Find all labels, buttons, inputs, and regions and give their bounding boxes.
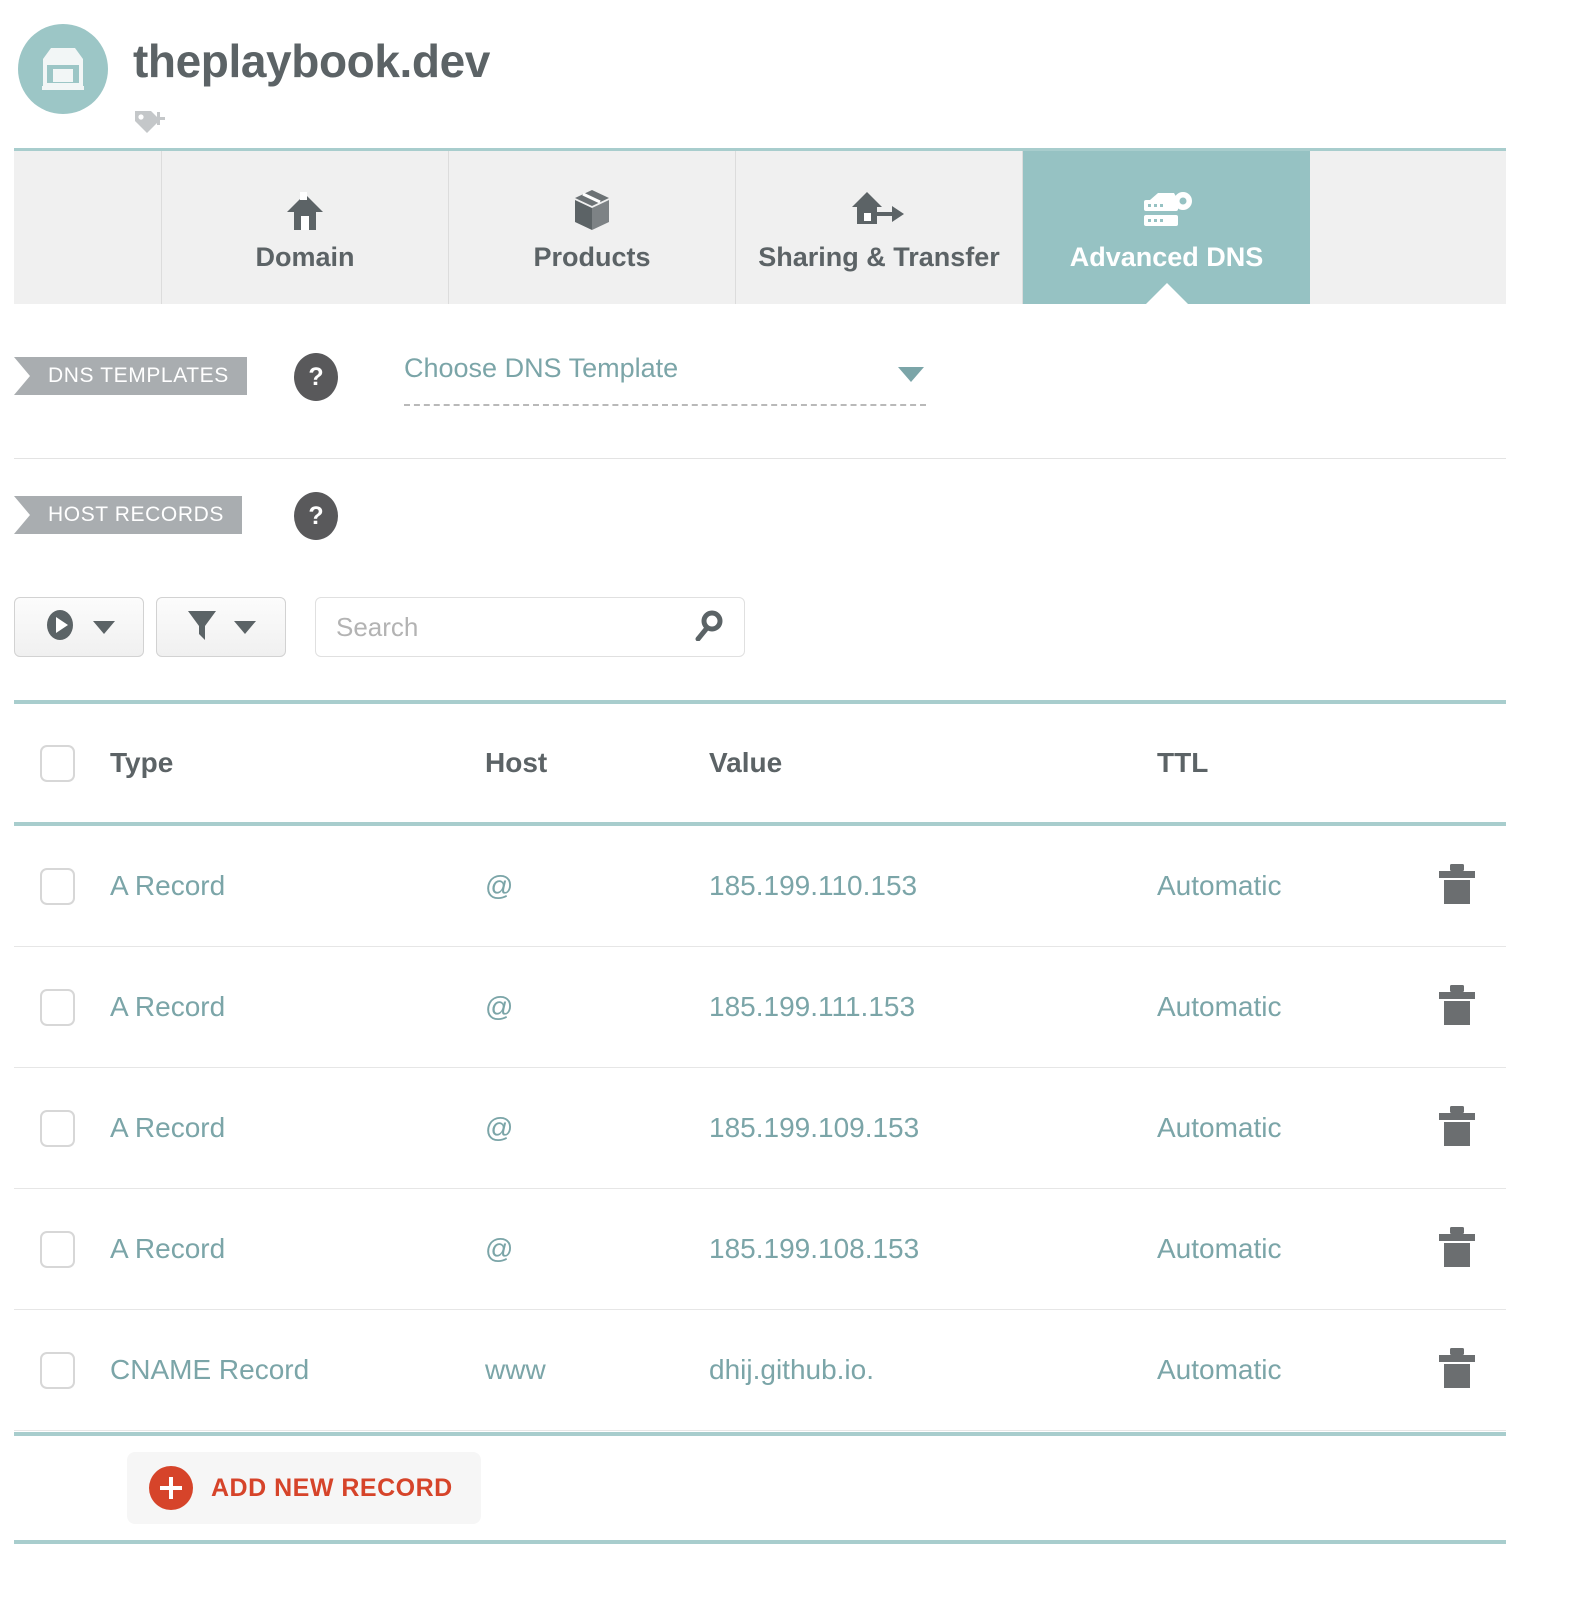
tab-label: Domain xyxy=(255,242,355,272)
search-input[interactable] xyxy=(334,610,694,644)
cell-ttl[interactable]: Automatic xyxy=(1157,1112,1437,1144)
cell-ttl[interactable]: Automatic xyxy=(1157,1354,1437,1386)
action-dropdown-button[interactable] xyxy=(14,597,144,657)
cell-host[interactable]: @ xyxy=(485,1112,709,1144)
row-select-cell xyxy=(14,867,110,905)
table-row[interactable]: A Record @ 185.199.109.153 Automatic xyxy=(14,1068,1506,1189)
cell-delete[interactable] xyxy=(1437,1104,1523,1153)
storefront-icon xyxy=(37,45,89,93)
row-select-cell xyxy=(14,1109,110,1147)
cell-value[interactable]: 185.199.111.153 xyxy=(709,991,1157,1023)
tab-spacer-right xyxy=(1310,151,1458,304)
trash-icon[interactable] xyxy=(1437,1104,1477,1153)
trash-icon[interactable] xyxy=(1437,1346,1477,1395)
tab-products[interactable]: Products xyxy=(449,151,736,304)
select-all-checkbox[interactable] xyxy=(40,744,75,782)
tab-bar: Domain Products Sharing & Transfer Advan… xyxy=(14,148,1506,304)
row-checkbox[interactable] xyxy=(40,867,75,905)
cell-ttl[interactable]: Automatic xyxy=(1157,991,1437,1023)
add-new-record-label: ADD NEW RECORD xyxy=(211,1473,453,1502)
trash-icon[interactable] xyxy=(1437,862,1477,911)
cell-value[interactable]: dhij.github.io. xyxy=(709,1354,1157,1386)
cell-delete[interactable] xyxy=(1437,983,1523,1032)
tab-domain[interactable]: Domain xyxy=(162,151,449,304)
house-arrow-icon xyxy=(851,182,907,232)
row-checkbox[interactable] xyxy=(40,1351,75,1389)
table-row[interactable]: A Record @ 185.199.111.153 Automatic xyxy=(14,947,1506,1068)
row-select-cell xyxy=(14,988,110,1026)
chevron-down-icon xyxy=(898,367,924,382)
cell-ttl[interactable]: Automatic xyxy=(1157,1233,1437,1265)
dns-template-select-value: Choose DNS Template xyxy=(404,353,679,383)
records-toolbar xyxy=(14,597,745,657)
row-select-cell xyxy=(14,1351,110,1389)
tab-sharing-transfer[interactable]: Sharing & Transfer xyxy=(736,151,1023,304)
dns-templates-ribbon: DNS TEMPLATES xyxy=(14,357,247,395)
play-circle-icon xyxy=(43,608,77,647)
tab-advanced-dns[interactable]: Advanced DNS xyxy=(1023,151,1310,304)
cell-host[interactable]: @ xyxy=(485,991,709,1023)
select-all-cell xyxy=(14,744,110,782)
section-divider xyxy=(14,458,1506,459)
magnifier-icon[interactable] xyxy=(694,609,726,646)
search-field[interactable] xyxy=(315,597,745,657)
table-row[interactable]: A Record @ 185.199.110.153 Automatic xyxy=(14,826,1506,947)
box-icon xyxy=(571,182,613,232)
cell-value[interactable]: 185.199.109.153 xyxy=(709,1112,1157,1144)
cell-host[interactable]: www xyxy=(485,1354,709,1386)
cell-host[interactable]: @ xyxy=(485,1233,709,1265)
funnel-icon xyxy=(186,608,218,647)
chevron-down-icon xyxy=(234,620,256,634)
tab-label: Advanced DNS xyxy=(1069,242,1264,272)
add-record-zone: ADD NEW RECORD xyxy=(14,1436,1506,1540)
trash-icon[interactable] xyxy=(1437,983,1477,1032)
tab-spacer-left xyxy=(14,151,162,304)
table-footer: ADD NEW RECORD xyxy=(14,1432,1506,1544)
cell-type[interactable]: CNAME Record xyxy=(110,1354,485,1386)
server-gear-icon xyxy=(1140,182,1194,232)
table-row[interactable]: CNAME Record www dhij.github.io. Automat… xyxy=(14,1310,1506,1431)
home-icon xyxy=(284,182,326,232)
filter-dropdown-button[interactable] xyxy=(156,597,286,657)
cell-ttl[interactable]: Automatic xyxy=(1157,870,1437,902)
column-header-ttl: TTL xyxy=(1157,747,1209,778)
cell-type[interactable]: A Record xyxy=(110,1233,485,1265)
table-header-row: Type Host Value TTL xyxy=(14,704,1506,822)
dns-template-select[interactable]: Choose DNS Template xyxy=(404,353,926,406)
host-records-table: Type Host Value TTL A Record @ 185.199.1… xyxy=(14,700,1506,1431)
page-title: theplaybook.dev xyxy=(133,35,490,87)
dns-templates-help-icon[interactable]: ? xyxy=(294,353,338,401)
page-header: theplaybook.dev xyxy=(0,0,1582,145)
cell-host[interactable]: @ xyxy=(485,870,709,902)
cell-type[interactable]: A Record xyxy=(110,870,485,902)
tab-label: Products xyxy=(533,242,651,272)
tag-add-icon[interactable] xyxy=(133,108,169,138)
row-checkbox[interactable] xyxy=(40,1109,75,1147)
add-new-record-button[interactable]: ADD NEW RECORD xyxy=(127,1452,481,1524)
cell-type[interactable]: A Record xyxy=(110,1112,485,1144)
tab-label: Sharing & Transfer xyxy=(758,242,1000,272)
avatar xyxy=(18,24,108,114)
dns-template-select-underline xyxy=(404,404,926,406)
plus-circle-icon xyxy=(149,1466,193,1510)
row-select-cell xyxy=(14,1230,110,1268)
column-header-host: Host xyxy=(485,747,548,778)
column-header-value: Value xyxy=(709,747,783,778)
cell-value[interactable]: 185.199.108.153 xyxy=(709,1233,1157,1265)
host-records-help-icon[interactable]: ? xyxy=(294,492,338,540)
trash-icon[interactable] xyxy=(1437,1225,1477,1274)
table-row[interactable]: A Record @ 185.199.108.153 Automatic xyxy=(14,1189,1506,1310)
cell-value[interactable]: 185.199.110.153 xyxy=(709,870,1157,902)
cell-delete[interactable] xyxy=(1437,862,1523,911)
chevron-down-icon xyxy=(93,620,115,634)
cell-delete[interactable] xyxy=(1437,1346,1523,1395)
column-header-type: Type xyxy=(110,747,174,778)
row-checkbox[interactable] xyxy=(40,988,75,1026)
footer-bottom-rule xyxy=(14,1540,1506,1544)
cell-type[interactable]: A Record xyxy=(110,991,485,1023)
host-records-ribbon: HOST RECORDS xyxy=(14,496,242,534)
cell-delete[interactable] xyxy=(1437,1225,1523,1274)
row-checkbox[interactable] xyxy=(40,1230,75,1268)
